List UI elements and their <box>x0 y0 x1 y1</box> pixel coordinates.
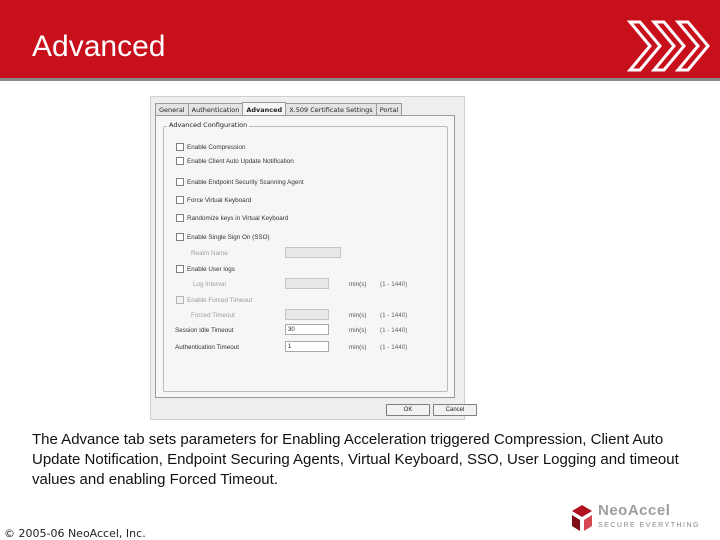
log-interval-label: Log Interval <box>193 281 226 288</box>
checkbox-endpoint-security-agent[interactable]: Enable Endpoint Security Scanning Agent <box>176 178 304 186</box>
tab-advanced[interactable]: Advanced <box>242 102 287 115</box>
realm-name-field[interactable] <box>285 247 341 258</box>
group-title: Advanced Configuration <box>167 121 250 129</box>
log-interval-range: (1 - 1440) <box>380 281 408 288</box>
session-idle-timeout-field[interactable]: 30 <box>285 324 329 335</box>
log-interval-field[interactable] <box>285 278 329 289</box>
authentication-timeout-label: Authentication Timeout <box>175 344 240 351</box>
ok-button[interactable]: OK <box>386 404 430 416</box>
slide-caption: The Advance tab sets parameters for Enab… <box>32 431 679 488</box>
checkbox-box[interactable] <box>176 178 184 186</box>
neoaccel-logo: NeoAccel SECURE EVERYTHING <box>568 500 718 536</box>
checkbox-enable-sso[interactable]: Enable Single Sign On (SSO) <box>176 233 270 241</box>
tab-general[interactable]: General <box>155 103 189 115</box>
log-interval-unit: min(s) <box>349 281 367 288</box>
authentication-timeout-field[interactable]: 1 <box>285 341 329 352</box>
forced-timeout-unit: min(s) <box>349 312 367 319</box>
checkbox-box[interactable] <box>176 296 184 304</box>
tab-bar: General Authentication Advanced X.509 Ce… <box>155 102 403 115</box>
checkbox-label: Enable User logs <box>187 265 235 273</box>
checkbox-box[interactable] <box>176 157 184 165</box>
authentication-timeout-range: (1 - 1440) <box>380 344 408 351</box>
copyright-text: © 2005-06 NeoAccel, Inc. <box>4 527 146 540</box>
forced-timeout-range: (1 - 1440) <box>380 312 408 319</box>
checkbox-force-virtual-keyboard[interactable]: Force Virtual Keyboard <box>176 196 251 204</box>
cancel-button[interactable]: Cancel <box>433 404 477 416</box>
logo-mark-icon <box>572 505 592 531</box>
checkbox-label: Enable Forced Timeout <box>187 296 253 304</box>
tab-authentication[interactable]: Authentication <box>187 103 244 115</box>
realm-name-label: Realm Name <box>191 250 228 257</box>
session-idle-timeout-label: Session Idle Timeout <box>175 327 234 334</box>
logo-name: NeoAccel <box>598 502 671 519</box>
slide-title: Advanced <box>32 30 166 63</box>
checkbox-randomize-keys[interactable]: Randomize keys in Virtual Keyboard <box>176 214 288 222</box>
logo-tagline: SECURE EVERYTHING <box>598 522 700 529</box>
checkbox-box[interactable] <box>176 233 184 241</box>
checkbox-label: Enable Endpoint Security Scanning Agent <box>187 178 304 186</box>
checkbox-enable-user-logs[interactable]: Enable User logs <box>176 265 235 273</box>
chevrons-icon <box>626 20 710 72</box>
tab-portal[interactable]: Portal <box>375 103 403 115</box>
checkbox-box[interactable] <box>176 265 184 273</box>
session-idle-timeout-unit: min(s) <box>349 327 367 334</box>
checkbox-label: Force Virtual Keyboard <box>187 196 252 204</box>
checkbox-label: Enable Client Auto Update Notification <box>187 157 294 165</box>
forced-timeout-label: Forced Timeout <box>191 312 235 319</box>
session-idle-timeout-range: (1 - 1440) <box>380 327 408 334</box>
checkbox-label: Randomize keys in Virtual Keyboard <box>187 214 289 222</box>
checkbox-label: Enable Compression <box>187 143 246 151</box>
tab-x509-certificate-settings[interactable]: X.509 Certificate Settings <box>285 103 377 115</box>
checkbox-enable-forced-timeout[interactable]: Enable Forced Timeout <box>176 296 252 304</box>
checkbox-auto-update-notification[interactable]: Enable Client Auto Update Notification <box>176 157 294 165</box>
checkbox-label: Enable Single Sign On (SSO) <box>187 233 270 241</box>
checkbox-box[interactable] <box>176 214 184 222</box>
checkbox-enable-compression[interactable]: Enable Compression <box>176 143 245 151</box>
checkbox-box[interactable] <box>176 196 184 204</box>
advanced-configuration-group <box>163 126 448 392</box>
forced-timeout-field[interactable] <box>285 309 329 320</box>
authentication-timeout-unit: min(s) <box>349 344 367 351</box>
checkbox-box[interactable] <box>176 143 184 151</box>
banner-divider <box>0 78 720 81</box>
